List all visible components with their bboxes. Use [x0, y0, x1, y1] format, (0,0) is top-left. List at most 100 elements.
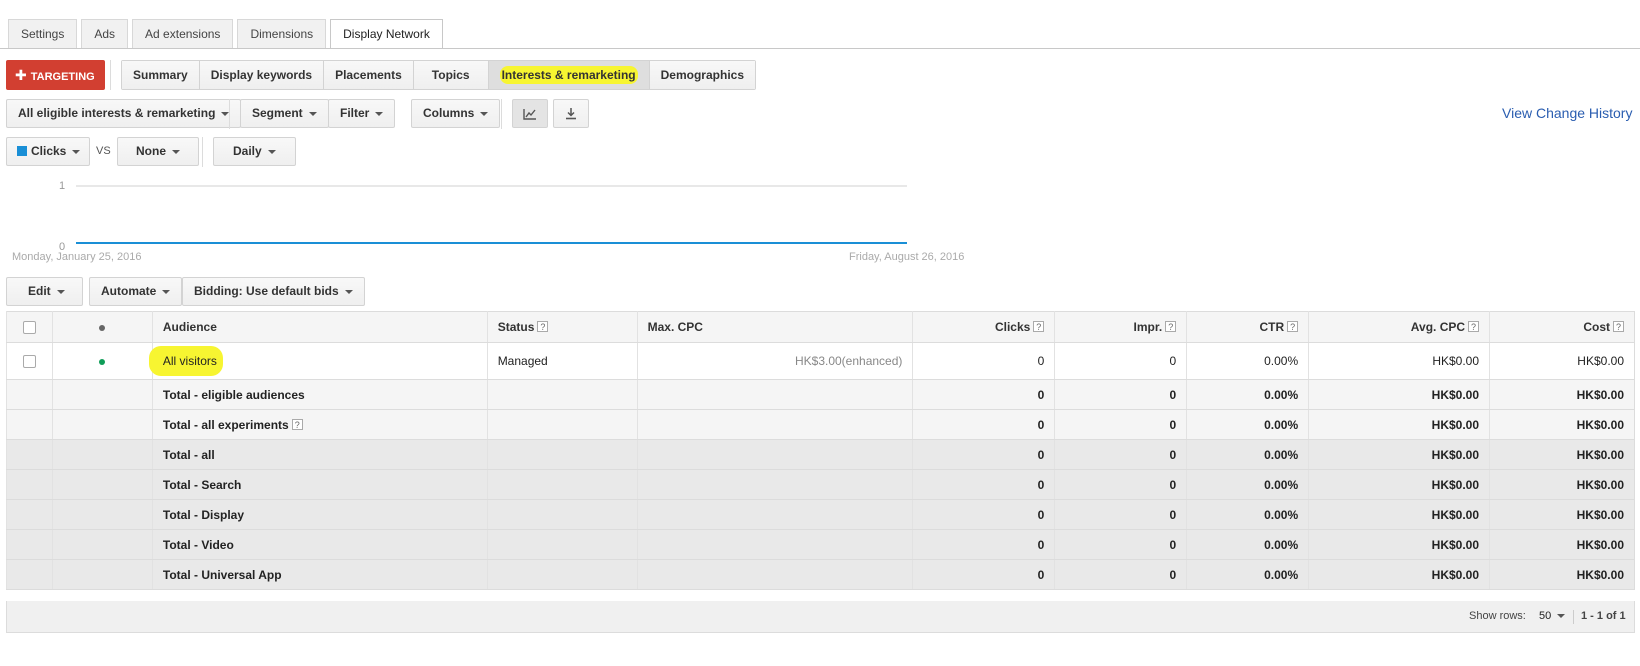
tab-ads[interactable]: Ads	[81, 19, 129, 48]
chart-toggle-button[interactable]	[512, 99, 548, 128]
header-avg-cpc-label: Avg. CPC	[1410, 320, 1466, 334]
total-row: Total - all 0 0 0.00% HK$0.00 HK$0.00	[6, 439, 1635, 470]
total-label: Total - all	[151, 439, 488, 470]
total-impr: 0	[1054, 379, 1187, 410]
metric2-dropdown[interactable]: None	[117, 137, 199, 166]
metric2-label: None	[136, 144, 166, 158]
x-tick-label-start: Monday, January 25, 2016	[12, 251, 142, 263]
empty-cell	[486, 409, 638, 440]
header-clicks-label: Clicks	[994, 320, 1031, 334]
tab-settings[interactable]: Settings	[8, 19, 78, 48]
total-row: Total - Universal App 0 0 0.00% HK$0.00 …	[6, 559, 1635, 590]
help-icon[interactable]: ?	[291, 418, 303, 430]
total-label: Total - Search	[151, 469, 488, 500]
view-filter-dropdown[interactable]: All eligible interests & remarketing	[6, 99, 242, 128]
rows-per-page-select[interactable]: 50	[1539, 610, 1566, 622]
subtab-summary[interactable]: Summary	[122, 61, 200, 89]
tab-dimensions[interactable]: Dimensions	[237, 19, 327, 48]
header-audience[interactable]: Audience	[151, 311, 488, 343]
total-row: Total - eligible audiences 0 0 0.00% HK$…	[6, 379, 1635, 410]
header-max-cpc[interactable]: Max. CPC	[636, 311, 913, 343]
max-cpc-cell[interactable]: HK$3.00(enhanced)	[636, 342, 913, 380]
total-ctr: 0.00%	[1186, 409, 1309, 440]
columns-dropdown[interactable]: Columns	[411, 99, 501, 128]
subtab-display-keywords[interactable]: Display keywords	[199, 61, 325, 89]
help-icon[interactable]: ?	[1033, 321, 1045, 332]
empty-cell	[636, 499, 913, 530]
empty-cell	[636, 379, 913, 410]
vs-label: VS	[96, 145, 111, 157]
empty-cell	[6, 439, 53, 470]
total-ctr: 0.00%	[1186, 379, 1309, 410]
filter-dropdown[interactable]: Filter	[328, 99, 396, 128]
total-clicks: 0	[912, 469, 1055, 500]
empty-cell	[486, 499, 638, 530]
chevron-down-icon	[480, 111, 489, 116]
status-enabled-dot-icon[interactable]	[99, 358, 106, 365]
toolbar-divider	[229, 99, 230, 129]
total-impr: 0	[1054, 409, 1187, 440]
empty-cell	[6, 469, 53, 500]
total-impr: 0	[1054, 499, 1187, 530]
total-ctr: 0.00%	[1186, 499, 1309, 530]
bidding-dropdown[interactable]: Bidding: Use default bids	[182, 277, 365, 306]
help-icon[interactable]: ?	[1613, 321, 1624, 332]
bidding-label: Bidding: Use default bids	[194, 284, 339, 298]
chevron-down-icon	[162, 289, 171, 294]
header-ctr[interactable]: CTR?	[1186, 311, 1309, 343]
metric1-dropdown[interactable]: Clicks	[6, 137, 91, 166]
empty-cell	[6, 529, 53, 560]
chevron-down-icon	[172, 149, 180, 154]
help-icon[interactable]: ?	[537, 321, 549, 332]
total-label: Total - Video	[151, 529, 488, 560]
filter-label: Filter	[340, 106, 370, 120]
status-cell: Managed	[486, 342, 638, 380]
header-status-label: Status	[497, 320, 535, 334]
automate-dropdown[interactable]: Automate	[89, 277, 183, 306]
header-clicks[interactable]: Clicks?	[912, 311, 1055, 343]
tab-display-network[interactable]: Display Network	[330, 19, 443, 49]
audience-cell: All visitors	[148, 342, 488, 380]
header-cost[interactable]: Cost?	[1489, 311, 1635, 343]
total-cost: HK$0.00	[1489, 529, 1635, 560]
chevron-down-icon	[267, 149, 276, 154]
row-checkbox[interactable]	[22, 355, 36, 369]
toolbar-divider	[110, 60, 111, 90]
segment-dropdown[interactable]: Segment	[240, 99, 329, 128]
view-change-history-link[interactable]: View Change History	[1502, 105, 1632, 121]
targeting-button[interactable]: ✚ TARGETING	[6, 60, 105, 90]
help-icon[interactable]: ?	[1287, 321, 1299, 332]
audience-link[interactable]: All visitors	[148, 346, 223, 376]
total-label: Total - all experiments	[162, 417, 289, 432]
total-cost: HK$0.00	[1489, 499, 1635, 530]
subtab-topics[interactable]: Topics	[413, 61, 489, 89]
total-avg-cpc: HK$0.00	[1308, 409, 1490, 440]
select-all-checkbox[interactable]	[22, 321, 36, 335]
header-status[interactable]: Status?	[486, 311, 638, 343]
edit-dropdown[interactable]: Edit	[6, 277, 83, 306]
period-dropdown[interactable]: Daily	[213, 137, 296, 166]
download-button[interactable]	[553, 99, 589, 128]
table-row: All visitors Managed HK$3.00(enhanced) 0…	[6, 342, 1635, 380]
total-label: Total - eligible audiences	[151, 379, 488, 410]
total-avg-cpc: HK$0.00	[1308, 499, 1490, 530]
empty-cell	[51, 409, 153, 440]
help-icon[interactable]: ?	[1165, 321, 1177, 332]
empty-cell	[51, 529, 153, 560]
clicks-chart	[76, 185, 907, 244]
show-rows-label: Show rows:	[1469, 610, 1526, 622]
header-avg-cpc[interactable]: Avg. CPC?	[1308, 311, 1490, 343]
total-avg-cpc: HK$0.00	[1308, 439, 1490, 470]
toolbar-divider	[202, 137, 203, 167]
tabs-divider	[0, 48, 1640, 49]
subtab-placements[interactable]: Placements	[324, 61, 414, 89]
subtab-demographics[interactable]: Demographics	[649, 61, 755, 89]
total-clicks: 0	[912, 409, 1055, 440]
subtab-interests-remarketing[interactable]: Interests & remarketing	[488, 61, 650, 89]
total-row: Total - all experiments? 0 0 0.00% HK$0.…	[6, 409, 1635, 440]
header-impr[interactable]: Impr.?	[1054, 311, 1187, 343]
help-icon[interactable]: ?	[1468, 321, 1480, 332]
total-clicks: 0	[912, 559, 1055, 590]
tab-ad-extensions[interactable]: Ad extensions	[132, 19, 234, 48]
empty-cell	[636, 529, 913, 560]
